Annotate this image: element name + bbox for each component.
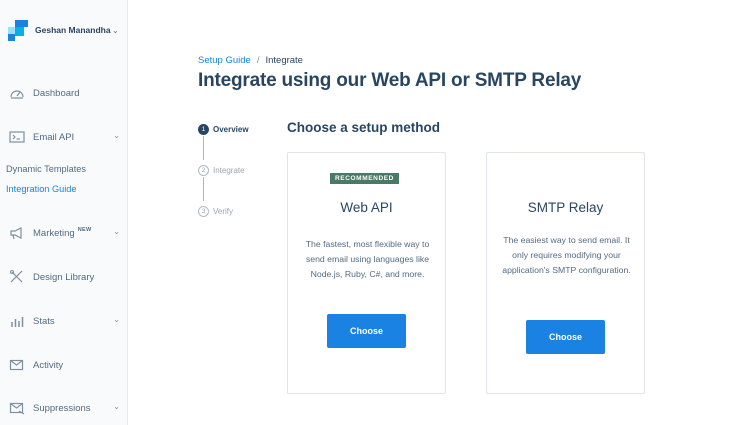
page-title: Integrate using our Web API or SMTP Rela…: [198, 70, 582, 91]
step-label: Integrate: [213, 166, 245, 175]
sidebar-subitem-dynamic-templates[interactable]: Dynamic Templates: [6, 164, 86, 174]
card-title: SMTP Relay: [527, 200, 604, 215]
megaphone-icon: [8, 226, 26, 240]
sidebar-item-label: Suppressions: [33, 402, 91, 414]
section-title: Choose a setup method: [287, 120, 441, 135]
step-number: 1: [198, 124, 209, 135]
breadcrumb-separator: /: [256, 55, 260, 66]
sidebar-item-label: Dashboard: [33, 87, 80, 99]
suppressions-icon: [8, 401, 26, 415]
chevron-down-icon: ⌄: [113, 315, 120, 324]
sidebar-item-activity[interactable]: Activity: [8, 355, 126, 375]
sidebar-item-suppressions[interactable]: Suppressions ⌄: [8, 398, 126, 418]
sidebar-item-label: Marketing: [33, 227, 75, 239]
breadcrumb-setup-guide[interactable]: Setup Guide: [198, 55, 251, 66]
sidebar-item-dashboard[interactable]: Dashboard: [8, 83, 126, 103]
chevron-down-icon: ⌄: [112, 25, 119, 35]
step-integrate: 2 Integrate: [198, 165, 245, 176]
choose-smtp-relay-button[interactable]: Choose: [526, 320, 605, 354]
sidebar-item-label: Stats: [33, 315, 55, 327]
chevron-down-icon: ⌄: [113, 131, 120, 140]
breadcrumb: Setup Guide / Integrate: [198, 55, 303, 66]
step-number: 2: [198, 165, 209, 176]
sidebar-subitem-integration-guide[interactable]: Integration Guide: [6, 184, 77, 194]
card-description: The easiest way to send email. It only r…: [502, 235, 631, 276]
account-switcher[interactable]: Geshan Manandhar ⌄: [8, 18, 126, 42]
step-label: Overview: [213, 125, 249, 134]
email-api-icon: [8, 130, 26, 144]
design-tools-icon: [8, 270, 26, 284]
bar-chart-icon: [8, 314, 26, 328]
recommended-badge: RECOMMENDED: [330, 173, 399, 184]
sidebar-item-marketing[interactable]: Marketing NEW ⌄: [8, 223, 126, 243]
step-connector: [203, 177, 204, 201]
web-api-card: RECOMMENDED Web API The fastest, most fl…: [287, 152, 446, 394]
card-description: The fastest, most flexible way to send e…: [305, 239, 430, 280]
step-overview: 1 Overview: [198, 124, 249, 135]
smtp-relay-card: SMTP Relay The easiest way to send email…: [486, 152, 645, 394]
chevron-down-icon: ⌄: [113, 402, 120, 411]
sendgrid-logo: [8, 20, 28, 41]
step-number: 3: [198, 206, 209, 217]
chevron-down-icon: ⌄: [113, 227, 120, 236]
choose-web-api-button[interactable]: Choose: [327, 314, 406, 348]
activity-mail-icon: [8, 358, 26, 372]
step-connector: [203, 136, 204, 160]
sidebar-item-stats[interactable]: Stats ⌄: [8, 311, 126, 331]
sidebar-item-email-api[interactable]: Email API ⌄: [8, 127, 126, 147]
step-label: Verify: [213, 207, 234, 216]
sidebar-item-label: Design Library: [33, 271, 95, 283]
breadcrumb-current: Integrate: [265, 55, 303, 66]
sidebar-item-design-library[interactable]: Design Library: [8, 267, 126, 287]
sidebar: Geshan Manandhar ⌄ Dashboard Email API ⌄…: [0, 0, 128, 425]
step-verify: 3 Verify: [198, 206, 233, 217]
gauge-icon: [8, 86, 26, 100]
sidebar-item-label: Email API: [33, 131, 75, 143]
sidebar-item-label: Activity: [33, 359, 64, 371]
new-badge: NEW: [77, 227, 92, 233]
account-name: Geshan Manandhar: [35, 25, 111, 35]
card-title: Web API: [340, 200, 393, 215]
